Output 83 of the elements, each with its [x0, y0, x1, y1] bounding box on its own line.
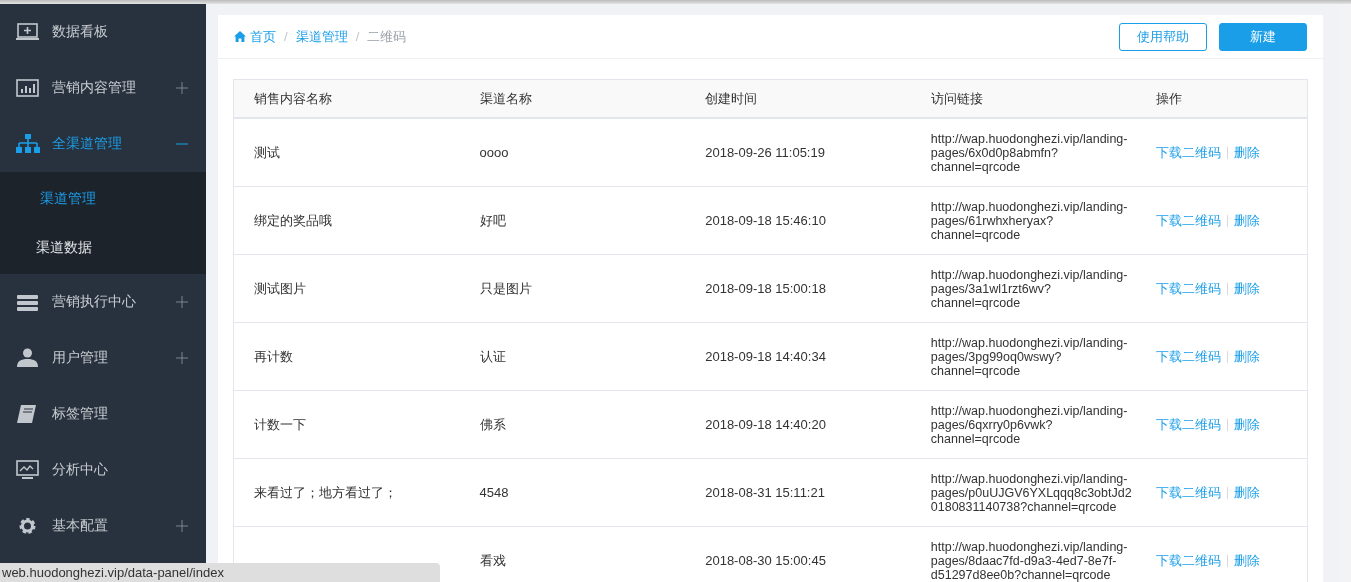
delete-link[interactable]: 删除: [1234, 279, 1261, 298]
table-cell-text: 2018-09-18 14:40:20: [704, 417, 827, 432]
nav-item[interactable]: 营销执行中心: [0, 274, 206, 330]
submenu-item[interactable]: 渠道管理: [0, 174, 206, 223]
table-cell-text: oooo: [478, 145, 510, 160]
nav-item[interactable]: 用户管理: [0, 330, 206, 386]
table-cell-text: http://wap.huodonghezi.vip/landing-pages/3a1wl1rzt6wv?channel=qrcode: [929, 267, 1129, 310]
nav-label: 标签管理: [52, 405, 109, 423]
table-cell-text: 看戏: [478, 551, 507, 570]
nav-item[interactable]: 数据看板: [0, 4, 206, 60]
table-cell-text: http://wap.huodonghezi.vip/landing-pages/p0uUJGV6YXLqqq8c3obtJd20180831140738?channel=qrcode: [929, 471, 1133, 514]
nav-label: 基本配置: [52, 517, 109, 535]
monitor-icon: [16, 22, 40, 42]
nav-item[interactable]: 分析中心: [0, 442, 206, 498]
table-cell-text: 绑定的奖品哦: [253, 211, 333, 230]
column-header: 销售内容名称: [253, 89, 333, 108]
download-link[interactable]: 下载二维码: [1156, 415, 1222, 434]
table-cell-text: http://wap.huodonghezi.vip/landing-pages/3pg99oq0wswy?channel=qrcode: [929, 335, 1129, 378]
column-header: 渠道名称: [478, 89, 533, 108]
plus-icon[interactable]: [176, 520, 188, 532]
table-cell-text: 测试: [253, 143, 281, 162]
breadcrumb-separator: /: [284, 29, 288, 44]
delete-link[interactable]: 删除: [1234, 551, 1261, 570]
hierarchy-icon: [16, 134, 40, 154]
table-cell-text: 2018-09-26 11:05:19: [704, 145, 826, 160]
status-bar: web.huodonghezi.vip/data-panel/index: [0, 563, 440, 582]
table-cell-text: 2018-08-30 15:00:45: [704, 553, 827, 568]
table-cell-text: 2018-08-31 15:11:21: [704, 485, 826, 500]
submenu-item[interactable]: 渠道数据: [0, 223, 206, 272]
download-link[interactable]: 下载二维码: [1156, 551, 1222, 570]
nav-label: 营销内容管理: [52, 79, 137, 97]
nav-item[interactable]: 营销内容管理: [0, 60, 206, 116]
stack-icon: [16, 292, 40, 312]
column-header: 访问链接: [929, 89, 984, 108]
bar-chart-icon: [16, 78, 40, 98]
nav-label: 营销执行中心: [52, 293, 137, 311]
home-icon: [234, 31, 246, 42]
table-cell-text: 佛系: [478, 415, 507, 434]
nav-label: 用户管理: [52, 349, 109, 367]
column-header: 创建时间: [704, 89, 759, 108]
breadcrumb-link[interactable]: 首页: [234, 27, 276, 46]
table-cell-text: http://wap.huodonghezi.vip/landing-pages/6x0d0p8abmfn?channel=qrcode: [929, 131, 1129, 174]
nav-item[interactable]: 基本配置: [0, 498, 206, 554]
download-link[interactable]: 下载二维码: [1156, 347, 1222, 366]
table-cell-text: 认证: [478, 347, 507, 366]
table-cell-text: 只是图片: [478, 279, 533, 298]
table-cell-text: 2018-09-18 14:40:34: [704, 349, 827, 364]
download-link[interactable]: 下载二维码: [1156, 483, 1222, 502]
plus-icon[interactable]: [176, 296, 188, 308]
table-cell-text: 4548: [478, 485, 510, 500]
delete-link[interactable]: 删除: [1234, 415, 1261, 434]
table-cell-text: 来看过了；地方看过了；: [253, 483, 398, 502]
download-link[interactable]: 下载二维码: [1156, 279, 1222, 298]
download-link[interactable]: 下载二维码: [1156, 143, 1222, 162]
table-cell-text: http://wap.huodonghezi.vip/landing-pages/61rwhxheryax?channel=qrcode: [929, 199, 1129, 242]
new-button[interactable]: 新建: [1219, 22, 1307, 51]
table-cell-text: 2018-09-18 15:46:10: [704, 213, 827, 228]
download-link[interactable]: 下载二维码: [1156, 211, 1222, 230]
table-cell-text: 2018-09-18 15:00:18: [704, 281, 827, 296]
delete-link[interactable]: 删除: [1234, 347, 1261, 366]
nav-item[interactable]: 标签管理: [0, 386, 206, 442]
table-cell-text: 测试图片: [253, 279, 307, 298]
nav-label: 全渠道管理: [52, 135, 123, 153]
breadcrumb-link[interactable]: 渠道管理: [295, 27, 348, 46]
plus-icon[interactable]: [176, 352, 188, 364]
nav-item[interactable]: 全渠道管理: [0, 116, 206, 172]
breadcrumb-current: 二维码: [367, 27, 407, 46]
table-cell-text: http://wap.huodonghezi.vip/landing-pages/8daac7fd-d9a3-4ed7-8e7f-d51297d8ee0b?channel=qrcode: [929, 539, 1129, 582]
table-cell-text: http://wap.huodonghezi.vip/landing-pages/6qxrry0p6vwk?channel=qrcode: [929, 403, 1129, 446]
plus-icon[interactable]: [176, 82, 188, 94]
delete-link[interactable]: 删除: [1234, 483, 1261, 502]
delete-link[interactable]: 删除: [1234, 211, 1261, 230]
help-button[interactable]: 使用帮助: [1119, 22, 1207, 51]
table-cell-text: 再计数: [253, 347, 294, 366]
nav-label: 数据看板: [52, 23, 109, 41]
table-cell-text: 好吧: [478, 211, 507, 230]
table-cell-text: 计数一下: [253, 415, 307, 434]
delete-link[interactable]: 删除: [1234, 143, 1261, 162]
nav-label: 分析中心: [52, 461, 109, 479]
breadcrumb-separator: /: [355, 29, 360, 44]
user-icon: [16, 348, 40, 368]
chart-monitor-icon: [16, 460, 40, 480]
column-header: 操作: [1155, 89, 1184, 108]
